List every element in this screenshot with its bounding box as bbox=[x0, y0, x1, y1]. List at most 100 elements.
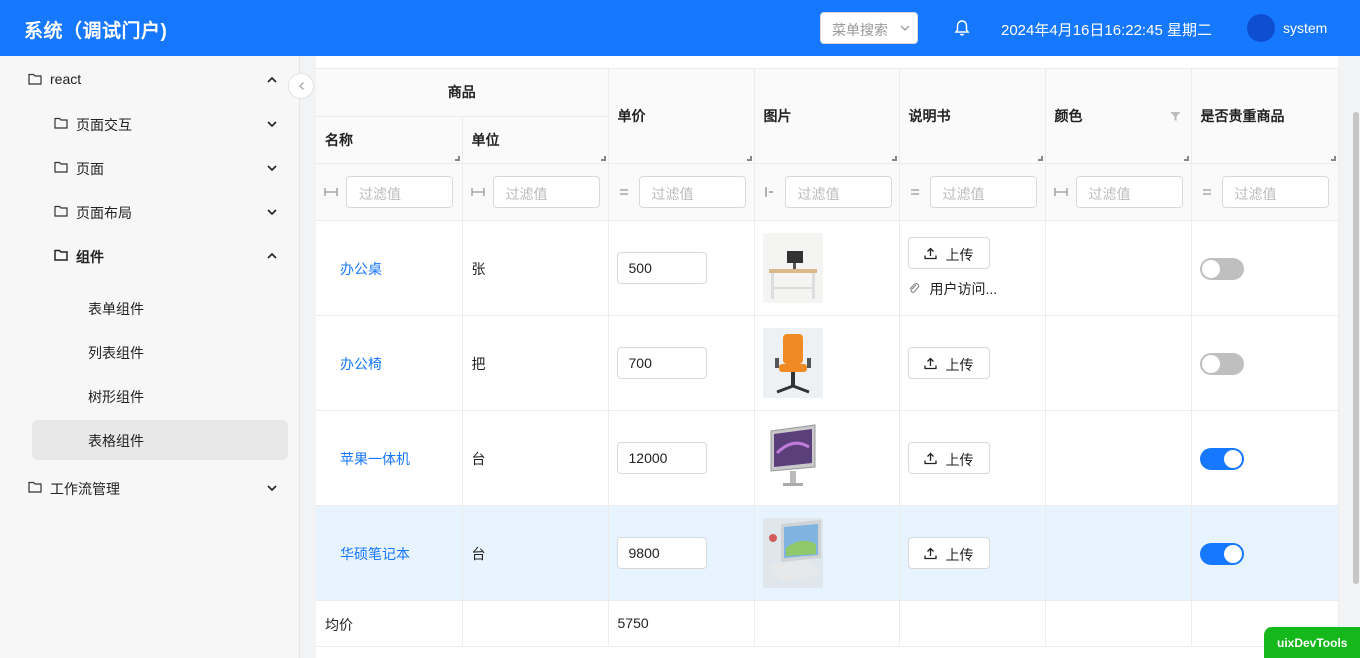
filter-cell: 过滤值 bbox=[608, 163, 755, 221]
price-input[interactable]: 12000 bbox=[616, 441, 707, 474]
cell-manual: 上传 bbox=[899, 315, 1046, 411]
price-input[interactable]: 9800 bbox=[616, 536, 707, 569]
sidebar-item-components[interactable]: 组件 bbox=[50, 236, 278, 276]
cell-name: 苹果一体机 bbox=[316, 410, 463, 506]
sidebar-item-table-components[interactable]: 表格组件 bbox=[32, 420, 288, 460]
summary-cell bbox=[754, 600, 900, 647]
filter-row: 过滤值 过滤值 过滤值 过滤值 过滤值 过滤值 过滤值 bbox=[316, 163, 1339, 221]
column-header-image[interactable]: 图片 bbox=[754, 69, 900, 164]
devtools-button[interactable]: uixDevTools bbox=[1264, 627, 1360, 658]
column-header-color[interactable]: 颜色 bbox=[1045, 69, 1192, 164]
equals-icon[interactable] bbox=[908, 186, 922, 198]
filter-input-color[interactable]: 过滤值 bbox=[1075, 175, 1183, 208]
table-row: 办公桌 张 500 上传 用户访问... bbox=[316, 220, 1339, 316]
sidebar-item-page[interactable]: 页面 bbox=[50, 148, 278, 188]
upload-button[interactable]: 上传 bbox=[907, 236, 990, 269]
valuable-switch[interactable] bbox=[1199, 542, 1244, 565]
equals-icon[interactable] bbox=[617, 186, 631, 198]
column-header-valuable[interactable]: 是否贵重商品 bbox=[1191, 69, 1339, 164]
column-resize-handle[interactable] bbox=[454, 155, 460, 161]
upload-icon bbox=[923, 357, 937, 369]
column-resize-handle[interactable] bbox=[1330, 155, 1336, 161]
filter-input-manual[interactable]: 过滤值 bbox=[929, 175, 1037, 208]
table-row: 苹果一体机 台 12000 上传 bbox=[316, 410, 1339, 506]
group-header-label: 商品 bbox=[447, 84, 476, 101]
sidebar-item-tree-components[interactable]: 树形组件 bbox=[32, 376, 288, 416]
username[interactable]: system bbox=[1283, 20, 1327, 36]
between-icon[interactable] bbox=[1053, 186, 1068, 198]
valuable-switch[interactable] bbox=[1199, 352, 1244, 375]
avatar[interactable] bbox=[1247, 14, 1275, 42]
price-input[interactable]: 500 bbox=[616, 251, 707, 284]
between-icon[interactable] bbox=[324, 186, 338, 198]
sidebar-collapse-button[interactable] bbox=[288, 73, 314, 99]
column-header-unit[interactable]: 单位 bbox=[462, 116, 609, 164]
column-header-label: 图片 bbox=[763, 107, 792, 124]
starts-with-icon[interactable] bbox=[763, 186, 777, 198]
switch-knob bbox=[1201, 354, 1220, 373]
column-resize-handle[interactable] bbox=[746, 155, 752, 161]
valuable-switch[interactable] bbox=[1199, 257, 1244, 280]
sidebar-item-workflow[interactable]: 工作流管理 bbox=[24, 468, 278, 508]
equals-icon[interactable] bbox=[1200, 186, 1214, 198]
sidebar-item-label: 工作流管理 bbox=[50, 481, 120, 497]
valuable-switch[interactable] bbox=[1199, 447, 1244, 470]
sidebar-item-page-layout[interactable]: 页面布局 bbox=[50, 192, 278, 232]
menu-search-select[interactable]: 菜单搜索 bbox=[820, 12, 918, 44]
sidebar-item-form-components[interactable]: 表单组件 bbox=[32, 288, 288, 328]
filter-input-image[interactable]: 过滤值 bbox=[784, 175, 892, 208]
filter-placeholder: 过滤值 bbox=[505, 185, 548, 202]
between-icon[interactable] bbox=[470, 186, 485, 198]
cell-price: 500 bbox=[608, 220, 755, 316]
column-header-label: 是否贵重商品 bbox=[1200, 107, 1285, 124]
sidebar: react 页面交互 页面 页面布局 组件 表单组件 列表组件 树形组件 表格组… bbox=[0, 56, 300, 658]
table-row: 华硕笔记本 台 9800 上传 bbox=[316, 505, 1339, 601]
cell-color bbox=[1045, 505, 1192, 601]
main-content: 商品 单价 图片 说明书 颜色 是否贵重商品 名称 单位 过滤值 过滤值 过滤值… bbox=[316, 56, 1339, 658]
cell-price: 12000 bbox=[608, 410, 755, 506]
cell-name: 华硕笔记本 bbox=[316, 505, 463, 601]
column-resize-handle[interactable] bbox=[891, 155, 897, 161]
column-header-name[interactable]: 名称 bbox=[316, 116, 463, 164]
sidebar-item-label: react bbox=[50, 71, 82, 87]
upload-button[interactable]: 上传 bbox=[907, 536, 990, 569]
filter-input-name[interactable]: 过滤值 bbox=[346, 175, 453, 208]
sidebar-item-page-interaction[interactable]: 页面交互 bbox=[50, 104, 278, 144]
upload-button[interactable]: 上传 bbox=[907, 441, 990, 474]
switch-knob bbox=[1223, 449, 1242, 468]
sidebar-item-label: 页面 bbox=[76, 161, 104, 177]
price-input[interactable]: 700 bbox=[616, 346, 707, 379]
bell-icon[interactable] bbox=[953, 19, 971, 37]
filter-input-unit[interactable]: 过滤值 bbox=[492, 175, 600, 208]
cell-image bbox=[754, 315, 900, 411]
column-resize-handle[interactable] bbox=[1037, 155, 1043, 161]
filter-icon[interactable] bbox=[1170, 111, 1181, 122]
filter-cell: 过滤值 bbox=[1045, 163, 1192, 221]
folder-icon bbox=[54, 205, 68, 217]
column-header-manual[interactable]: 说明书 bbox=[899, 69, 1046, 164]
desk-image[interactable] bbox=[762, 232, 823, 303]
laptop-image[interactable] bbox=[762, 517, 823, 588]
chevron-down-icon bbox=[267, 209, 277, 216]
sidebar-item-react[interactable]: react bbox=[24, 60, 278, 100]
filter-placeholder: 过滤值 bbox=[942, 185, 985, 202]
chair-image[interactable] bbox=[762, 327, 823, 398]
imac-image[interactable] bbox=[762, 422, 823, 493]
product-name-link[interactable]: 华硕笔记本 bbox=[340, 544, 410, 564]
column-header-price[interactable]: 单价 bbox=[608, 69, 755, 164]
filter-input-price[interactable]: 过滤值 bbox=[638, 175, 746, 208]
column-resize-handle[interactable] bbox=[600, 155, 606, 161]
upload-button[interactable]: 上传 bbox=[907, 346, 990, 379]
column-resize-handle[interactable] bbox=[1183, 155, 1189, 161]
summary-cell: 5750 bbox=[608, 600, 755, 647]
cell-image bbox=[754, 220, 900, 316]
sidebar-item-list-components[interactable]: 列表组件 bbox=[32, 332, 288, 372]
filter-placeholder: 过滤值 bbox=[651, 185, 694, 202]
vertical-scrollbar[interactable] bbox=[1353, 112, 1359, 584]
product-name-link[interactable]: 办公桌 bbox=[340, 259, 382, 279]
product-name-link[interactable]: 办公椅 bbox=[340, 354, 382, 374]
cell-price: 700 bbox=[608, 315, 755, 411]
filter-input-valuable[interactable]: 过滤值 bbox=[1221, 175, 1329, 208]
product-name-link[interactable]: 苹果一体机 bbox=[340, 449, 410, 469]
upload-icon bbox=[923, 452, 937, 464]
